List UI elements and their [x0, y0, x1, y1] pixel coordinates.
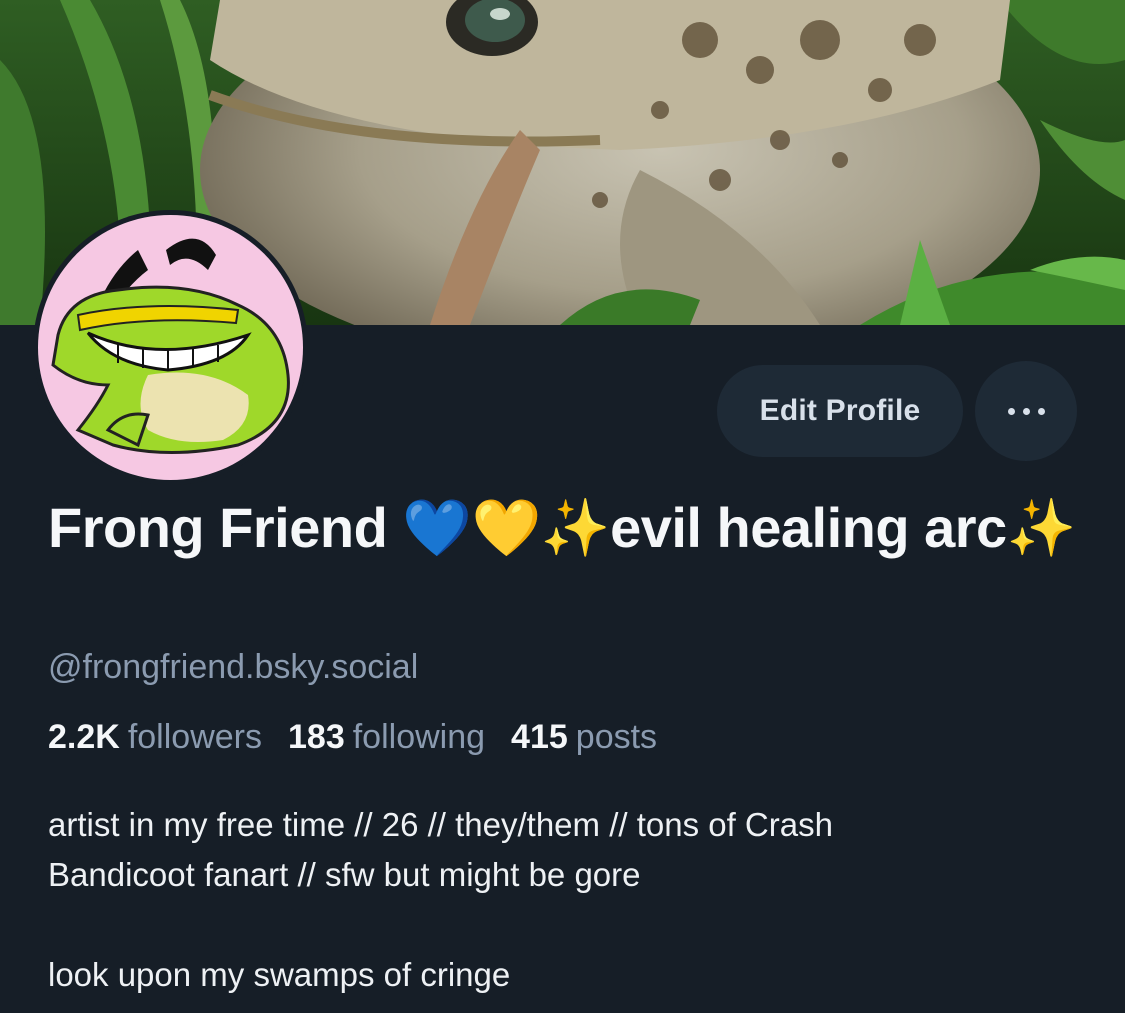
- following-count: 183: [288, 718, 345, 756]
- yellow-heart-emoji: 💛: [471, 496, 542, 561]
- posts-count: 415: [511, 718, 568, 756]
- display-name-suffix: evil healing arc: [610, 496, 1007, 559]
- followers-stat[interactable]: 2.2K followers: [48, 718, 262, 757]
- followers-count: 2.2K: [48, 718, 120, 756]
- display-name: Frong Friend 💙💛✨evil healing arc✨: [48, 492, 1078, 565]
- posts-stat: 415 posts: [511, 718, 657, 757]
- profile-stats: 2.2K followers 183 following 415 posts: [48, 718, 657, 757]
- blue-heart-emoji: 💙: [402, 496, 472, 561]
- edit-profile-button[interactable]: Edit Profile: [717, 365, 963, 457]
- sparkles-emoji: ✨: [540, 496, 611, 561]
- avatar-image: [38, 215, 303, 480]
- ellipsis-icon: [1007, 407, 1045, 415]
- sparkles-emoji-end: ✨: [1006, 496, 1077, 561]
- following-label: following: [352, 718, 486, 756]
- profile-bio: artist in my free time // 26 // they/the…: [48, 806, 833, 993]
- following-stat[interactable]: 183 following: [288, 718, 485, 757]
- profile-handle: @frongfriend.bsky.social: [48, 648, 419, 686]
- display-name-text: Frong Friend: [48, 496, 388, 559]
- more-options-button[interactable]: [975, 361, 1077, 461]
- followers-label: followers: [127, 718, 262, 756]
- posts-label: posts: [575, 718, 658, 756]
- avatar[interactable]: [33, 210, 308, 485]
